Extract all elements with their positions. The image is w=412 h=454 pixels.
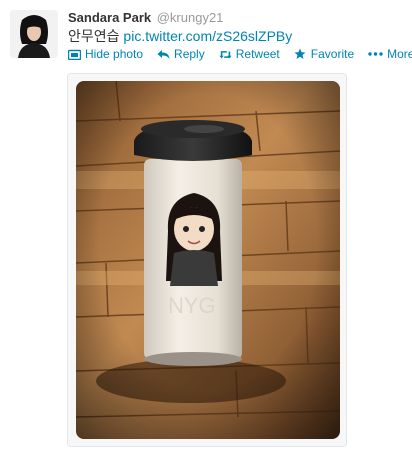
tweet-photo[interactable]: NYG [76,81,340,439]
tweet-actions: Hide photo Reply Retweet Favorite More [68,46,412,62]
more-label: More [387,47,412,61]
username[interactable]: @krungy21 [157,10,224,25]
tweet-body: 안무연습 [68,28,120,44]
more-dots-icon [368,48,383,60]
retweet-label: Retweet [235,47,280,61]
tweet: Sandara Park @krungy21 안무연습 pic.twitter.… [0,0,412,454]
tweet-photo-link[interactable]: pic.twitter.com/zS26slZPBy [123,28,292,44]
display-name[interactable]: Sandara Park [68,10,151,25]
more-button[interactable]: More [368,47,412,61]
star-icon [294,48,307,60]
favorite-button[interactable]: Favorite [294,47,354,61]
reply-icon [157,48,170,60]
hide-photo-label: Hide photo [85,47,144,61]
avatar-image [10,10,58,58]
favorite-label: Favorite [310,47,355,61]
retweet-icon [219,48,232,60]
tweet-header: Sandara Park @krungy21 [68,10,223,26]
hide-photo-button[interactable]: Hide photo [68,47,143,61]
retweet-button[interactable]: Retweet [219,47,280,61]
photo-icon [68,48,81,60]
reply-button[interactable]: Reply [157,47,205,61]
tweet-text: 안무연습 pic.twitter.com/zS26slZPBy [68,27,292,45]
reply-label: Reply [174,47,205,61]
tumbler-photo: NYG [76,81,340,439]
avatar[interactable] [10,10,58,58]
